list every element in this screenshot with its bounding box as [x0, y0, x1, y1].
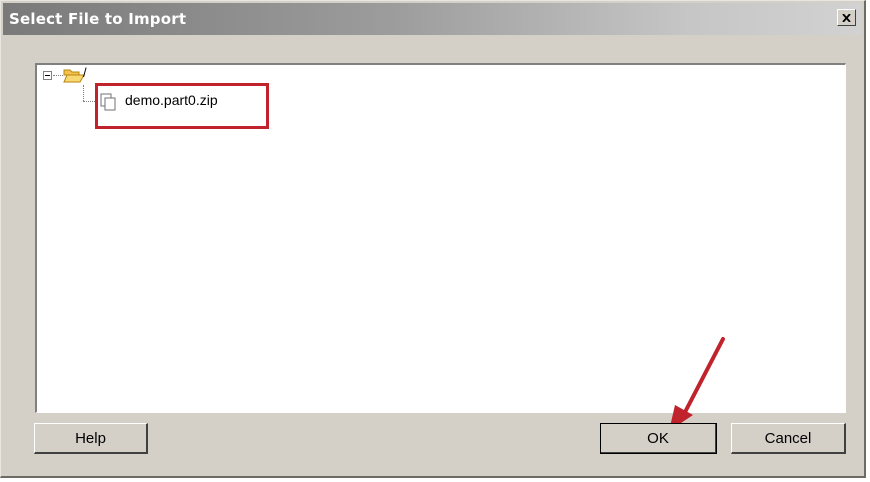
tree-root-label[interactable]: / [83, 65, 87, 80]
ok-button[interactable]: OK [600, 423, 717, 454]
tree-connector [53, 75, 63, 76]
close-button[interactable] [837, 9, 856, 26]
dialog-title: Select File to Import [9, 10, 187, 28]
close-icon [842, 13, 851, 22]
help-button[interactable]: Help [34, 423, 148, 454]
open-folder-icon [63, 69, 85, 83]
highlight-annotation [95, 83, 269, 129]
title-bar: Select File to Import [3, 3, 862, 35]
tree-connector [83, 85, 84, 101]
select-file-dialog: Select File to Import / demo.part0.zip H… [0, 0, 866, 478]
collapse-toggle[interactable] [43, 71, 52, 80]
cancel-button[interactable]: Cancel [731, 423, 846, 454]
